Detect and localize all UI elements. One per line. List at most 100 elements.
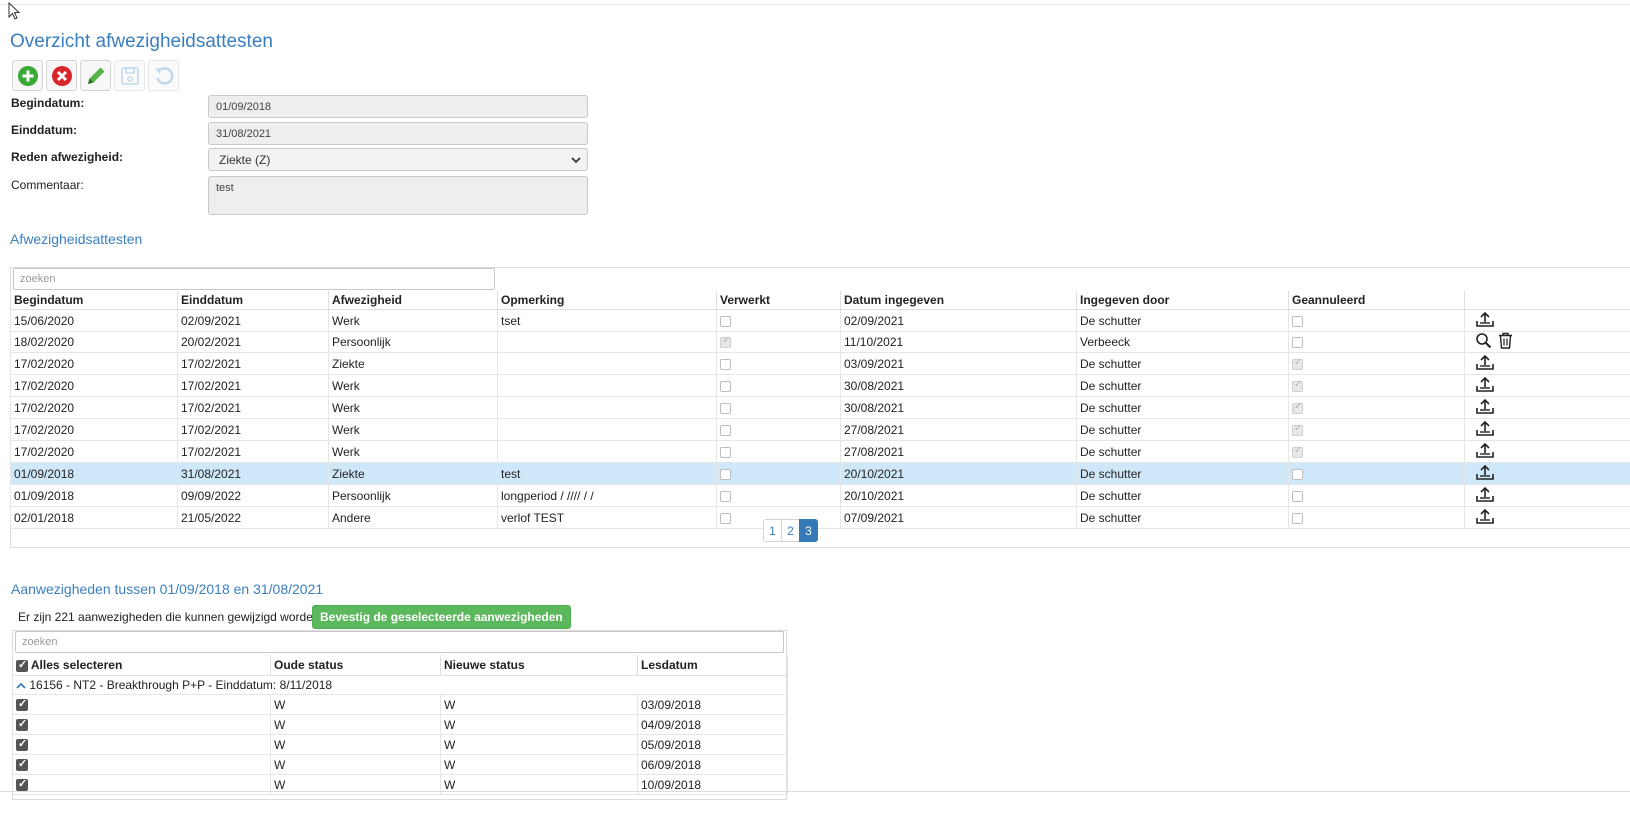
cell-opmerking: tset (497, 309, 717, 332)
upload-icon[interactable] (1475, 376, 1495, 396)
cell-einddatum: 20/02/2021 (177, 331, 329, 353)
column-header-actions (1464, 291, 1630, 310)
cell-begindatum: 17/02/2020 (10, 440, 178, 463)
geannuleerd-checkbox (1292, 490, 1303, 502)
cell-nieuwe-status: W (440, 714, 638, 735)
upload-icon[interactable] (1475, 354, 1495, 374)
reden-afwezigheid-value: Ziekte (Z) (219, 153, 271, 167)
edit-button[interactable] (80, 60, 111, 91)
cell-verwerkt (716, 418, 841, 441)
attesten-search-input[interactable]: zoeken (13, 268, 495, 290)
table-row[interactable]: 17/02/2020 17/02/2021 Werk 30/08/2021 De sch… (10, 396, 1630, 419)
table-row[interactable]: 17/02/2020 17/02/2021 Werk 27/08/2021 De sch… (10, 440, 1630, 463)
cell-opmerking (497, 331, 717, 353)
table-row[interactable]: WW04/09/2018 (12, 714, 788, 735)
verwerkt-checkbox (720, 402, 731, 414)
column-header-datum-ingegeven[interactable]: Datum ingegeven (840, 291, 1077, 310)
upload-icon[interactable] (1475, 508, 1495, 528)
group-row[interactable]: 16156 - NT2 - Breakthrough P+P - Einddat… (12, 675, 788, 695)
save-button[interactable] (114, 60, 145, 91)
upload-icon[interactable] (1475, 442, 1495, 462)
table-row[interactable]: 17/02/2020 17/02/2021 Werk 30/08/2021 De sch… (10, 374, 1630, 397)
upload-icon[interactable] (1475, 398, 1495, 418)
geannuleerd-checkbox (1292, 423, 1303, 436)
cell-actions (1464, 331, 1630, 353)
column-header-geannuleerd[interactable]: Geannuleerd (1288, 291, 1465, 310)
table-row[interactable]: 01/09/2018 09/09/2022 Persoonlijk longperio… (10, 484, 1630, 507)
cell-opmerking (497, 352, 717, 375)
column-header-verwerkt[interactable]: Verwerkt (716, 291, 841, 310)
cell-begindatum: 01/09/2018 (10, 462, 178, 485)
cell-datum-ingegeven: 27/08/2021 (840, 440, 1077, 463)
confirm-selected-button[interactable]: Bevestig de geselecteerde aanwezigheden (312, 605, 571, 629)
cell-datum-ingegeven: 20/10/2021 (840, 484, 1077, 507)
table-row[interactable]: WW03/09/2018 (12, 694, 788, 715)
undo-icon (154, 66, 173, 85)
verwerkt-checkbox (720, 424, 731, 436)
attesten-header-row: Begindatum Einddatum Afwezigheid Opmerki… (10, 291, 1630, 310)
pagination: 123 (763, 519, 818, 542)
cell-afwezigheid: Werk (328, 309, 498, 332)
cell-actions (1464, 506, 1630, 529)
column-header-einddatum[interactable]: Einddatum (177, 291, 329, 310)
column-header-alles-selecteren[interactable]: Alles selecteren (12, 655, 271, 676)
cell-oude-status: W (270, 714, 441, 735)
upload-icon[interactable] (1475, 420, 1495, 440)
page-button-1[interactable]: 1 (763, 519, 782, 542)
add-button[interactable] (12, 60, 43, 91)
search-icon[interactable] (1475, 333, 1492, 352)
cell-actions (1464, 309, 1630, 332)
einddatum-field[interactable]: 31/08/2021 (208, 122, 588, 145)
table-row[interactable]: WW06/09/2018 (12, 754, 788, 775)
row-select-checkbox[interactable] (16, 737, 28, 752)
cell-begindatum: 17/02/2020 (10, 396, 178, 419)
cell-oude-status: W (270, 734, 441, 755)
cell-oude-status: W (270, 754, 441, 775)
column-header-begindatum[interactable]: Begindatum (10, 291, 178, 310)
column-header-afwezigheid[interactable]: Afwezigheid (328, 291, 498, 310)
aanwezigheden-search-input[interactable]: zoeken (15, 631, 784, 653)
geannuleerd-checkbox (1292, 512, 1303, 524)
begindatum-field[interactable]: 01/09/2018 (208, 95, 588, 118)
cell-afwezigheid: Werk (328, 374, 498, 397)
upload-icon[interactable] (1475, 464, 1495, 484)
geannuleerd-checkbox (1292, 357, 1303, 370)
chevron-up-icon[interactable] (16, 682, 26, 690)
aanwezigheden-info: Er zijn 221 aanwezigheden die kunnen gew… (18, 610, 320, 624)
page-button-2[interactable]: 2 (781, 519, 800, 542)
column-header-ingegeven-door[interactable]: Ingegeven door (1076, 291, 1289, 310)
column-header-nieuwe-status[interactable]: Nieuwe status (440, 655, 638, 676)
cell-ingegeven-door: De schutter (1076, 484, 1289, 507)
reden-afwezigheid-select[interactable]: Ziekte (Z) (208, 148, 588, 171)
cell-select (12, 734, 271, 755)
geannuleerd-checkbox (1292, 401, 1303, 414)
row-select-checkbox[interactable] (16, 697, 28, 712)
verwerkt-checkbox (720, 468, 731, 480)
column-header-lesdatum[interactable]: Lesdatum (637, 655, 788, 676)
row-select-checkbox[interactable] (16, 757, 28, 772)
table-row[interactable]: WW05/09/2018 (12, 734, 788, 755)
cell-geannuleerd (1288, 484, 1465, 507)
table-row[interactable]: 17/02/2020 17/02/2021 Werk 27/08/2021 De sch… (10, 418, 1630, 441)
row-select-checkbox[interactable] (16, 777, 28, 792)
upload-icon[interactable] (1475, 311, 1495, 331)
commentaar-field[interactable]: test (208, 176, 588, 215)
table-row[interactable]: 15/06/2020 02/09/2021 Werk tset 02/09/2021 De… (10, 309, 1630, 332)
select-all-checkbox[interactable] (16, 658, 28, 672)
table-row[interactable]: 01/09/2018 31/08/2021 Ziekte test 20/10/2021… (10, 462, 1630, 485)
row-select-checkbox[interactable] (16, 717, 28, 732)
table-row[interactable]: 18/02/202020/02/2021Persoonlijk 11/10/202… (10, 331, 1630, 353)
column-header-opmerking[interactable]: Opmerking (497, 291, 717, 310)
column-header-oude-status[interactable]: Oude status (270, 655, 441, 676)
page-button-3[interactable]: 3 (799, 519, 818, 542)
table-row[interactable]: 02/01/2018 21/05/2022 Andere verlof TEST 07/… (10, 506, 1630, 529)
cell-ingegeven-door: De schutter (1076, 309, 1289, 332)
trash-icon[interactable] (1498, 332, 1513, 352)
undo-button[interactable] (148, 60, 179, 91)
delete-button[interactable] (46, 60, 77, 91)
begindatum-label: Begindatum: (11, 96, 85, 110)
cell-select (12, 714, 271, 735)
table-row[interactable]: 17/02/2020 17/02/2021 Ziekte 03/09/2021 De s… (10, 352, 1630, 375)
upload-icon[interactable] (1475, 486, 1495, 506)
cell-datum-ingegeven: 20/10/2021 (840, 462, 1077, 485)
